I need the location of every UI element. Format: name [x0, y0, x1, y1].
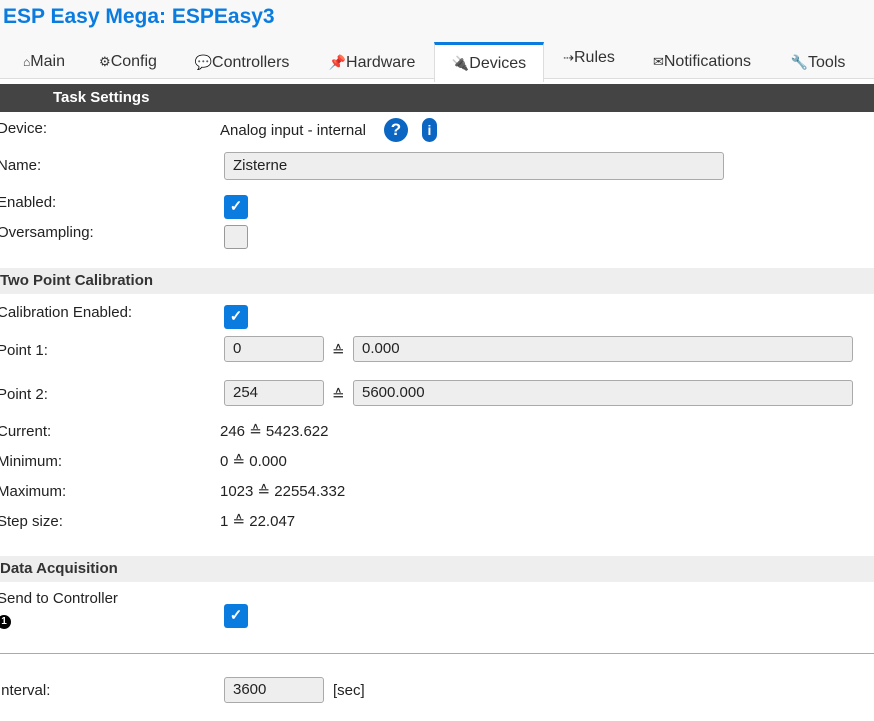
wrench-icon: 🔧: [790, 54, 809, 70]
tab-label: Main: [30, 53, 65, 70]
point1-label: Point 1:: [0, 342, 48, 359]
acquisition-heading: Data Acquisition: [0, 556, 874, 582]
arrow-icon: ⇢: [563, 50, 574, 65]
help-icon[interactable]: ?: [384, 118, 408, 142]
calibration-enabled-checkbox[interactable]: ✓: [224, 305, 248, 329]
device-label: Device:: [0, 120, 48, 137]
chat-icon: 💬: [194, 54, 213, 70]
tab-controllers[interactable]: 💬Controllers: [186, 44, 298, 78]
current-label: Current:: [0, 423, 52, 440]
tab-tools[interactable]: 🔧Tools: [782, 44, 854, 78]
tab-main[interactable]: ⌂Main: [14, 44, 74, 78]
envelope-icon: ✉: [652, 54, 664, 69]
minimum-value: 0 ≙ 0.000: [220, 453, 287, 470]
name-input[interactable]: Zisterne: [224, 152, 724, 180]
tab-label: Controllers: [212, 54, 290, 71]
tab-label: Hardware: [346, 54, 416, 71]
pin-icon: 📌: [328, 54, 347, 70]
maximum-label: Maximum:: [0, 483, 67, 500]
name-label: Name:: [0, 157, 42, 174]
info-icon[interactable]: i: [422, 118, 437, 142]
divider: [0, 653, 874, 654]
tab-label: Tools: [808, 54, 846, 71]
point2-value-input[interactable]: 5600.000: [353, 380, 853, 406]
maximum-value: 1023 ≙ 22554.332: [220, 483, 346, 500]
calibration-heading: Two Point Calibration: [0, 268, 874, 294]
enabled-checkbox[interactable]: ✓: [224, 195, 248, 219]
tab-label: Rules: [574, 49, 615, 66]
tab-label: Devices: [469, 55, 527, 72]
point1-value-input[interactable]: 0.000: [353, 336, 853, 362]
point2-adc-input[interactable]: 254: [224, 380, 324, 406]
send-to-controller-label: Send to Controller: [0, 590, 118, 607]
tab-hardware[interactable]: 📌Hardware: [320, 44, 424, 78]
tab-label: Config: [110, 53, 157, 70]
enabled-label: Enabled:: [0, 194, 57, 211]
interval-input[interactable]: 3600: [224, 677, 324, 703]
step-size-label: Step size:: [0, 513, 63, 530]
task-settings-heading: Task Settings: [0, 84, 874, 112]
tab-notifications[interactable]: ✉Notifications: [644, 44, 760, 78]
interval-label: Interval:: [0, 682, 51, 699]
gear-icon: ⚙: [99, 54, 111, 69]
interval-unit: [sec]: [333, 682, 365, 699]
tab-rules[interactable]: ⇢Rules: [556, 40, 622, 74]
minimum-label: Minimum:: [0, 453, 63, 470]
corresponds-symbol: ≙: [332, 387, 345, 404]
oversampling-checkbox[interactable]: [224, 225, 248, 249]
point1-adc-input[interactable]: 0: [224, 336, 324, 362]
tab-devices[interactable]: 🔌Devices: [434, 42, 544, 82]
point2-label: Point 2:: [0, 386, 48, 403]
controller-number-badge: 1: [0, 615, 11, 629]
step-size-value: 1 ≙ 22.047: [220, 513, 296, 530]
calibration-enabled-label: Calibration Enabled:: [0, 304, 133, 321]
corresponds-symbol: ≙: [332, 343, 345, 360]
oversampling-label: Oversampling:: [0, 224, 94, 241]
send-to-controller-checkbox[interactable]: ✓: [224, 604, 248, 628]
current-value: 246 ≙ 5423.622: [220, 423, 329, 440]
plug-icon: 🔌: [451, 55, 470, 71]
tab-config[interactable]: ⚙Config: [92, 44, 164, 78]
heading-text: Task Settings: [53, 89, 150, 106]
tab-label: Notifications: [663, 53, 752, 70]
device-value: Analog input - internal: [220, 122, 366, 139]
page-title: ESP Easy Mega: ESPEasy3: [3, 5, 275, 28]
